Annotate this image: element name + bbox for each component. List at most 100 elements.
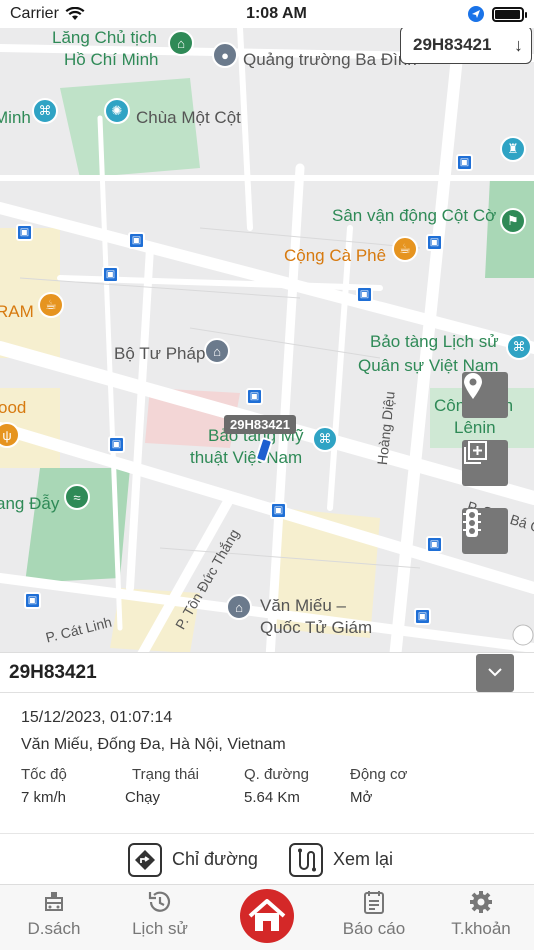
tab-label: Lịch sử: [132, 919, 188, 938]
temple-icon[interactable]: ⌂: [226, 594, 252, 620]
bus-stop-icon[interactable]: ▣: [24, 592, 41, 609]
status-time: 1:08 AM: [246, 5, 307, 22]
locate-vehicle-button[interactable]: [462, 372, 508, 418]
stadium-icon[interactable]: ⚑: [500, 208, 526, 234]
vehicle-list-icon: [43, 885, 65, 919]
compass-icon[interactable]: [512, 624, 534, 646]
traffic-button[interactable]: [462, 508, 508, 554]
map-label: ood: [0, 398, 27, 417]
map-label: Lăng Chủ tịch: [52, 28, 157, 47]
carrier-label: Carrier: [10, 5, 59, 22]
tab-bar: D.sách Lịch sử Báo cáo T.khoản: [0, 884, 534, 950]
info-stats: Tốc độ 7 km/h Trạng thái Chạy Q. đường 5…: [21, 766, 513, 806]
map-label: Lênin: [454, 418, 496, 437]
status-right: [468, 6, 527, 22]
directions-button[interactable]: Chỉ đường: [128, 842, 258, 877]
directions-label: Chỉ đường: [172, 849, 258, 869]
location-pin-icon[interactable]: ●: [212, 42, 238, 68]
monument-icon[interactable]: ⌂: [168, 30, 194, 56]
route-replay-icon: [289, 842, 323, 877]
map-label: Quốc Tử Giám: [260, 618, 373, 637]
vehicle-selector-value: 29H83421: [413, 35, 492, 54]
history-icon: [147, 885, 173, 919]
stat-value: 7 km/h: [21, 789, 67, 806]
stat-label: Tốc độ: [21, 766, 67, 783]
stat-speed: Tốc độ 7 km/h: [21, 766, 125, 806]
museum-icon[interactable]: ⌘: [32, 98, 58, 124]
info-body: 15/12/2023, 01:07:14 Văn Miếu, Đống Đa, …: [0, 693, 534, 806]
replay-button[interactable]: Xem lại: [289, 842, 394, 877]
tab-label: Báo cáo: [342, 919, 406, 938]
bus-stop-icon[interactable]: ▣: [426, 536, 443, 553]
stat-status: Trạng thái Chạy: [125, 766, 244, 806]
map-pin-icon: [464, 373, 482, 399]
government-icon[interactable]: ⌂: [204, 338, 230, 364]
location-arrow-icon: [468, 6, 484, 22]
traffic-light-icon: [463, 509, 481, 537]
vehicle-info-panel: 29H83421 15/12/2023, 01:07:14 Văn Miếu, …: [0, 652, 534, 884]
tab-history[interactable]: Lịch sử: [128, 885, 192, 939]
settings-icon: [468, 885, 494, 919]
map-view[interactable]: ⌂ ● ⌘ ✺ ⚑ ☕ ☕ ⌂ ⌘ ψ ⌘ ≈ ⌂ ♜ ▣ ▣ ▣ ▣ ▣ ▣ …: [0, 28, 534, 658]
tab-label: T.khoản: [451, 919, 511, 938]
stat-label: Trạng thái: [132, 766, 199, 783]
bus-stop-icon[interactable]: ▣: [16, 224, 33, 241]
map-label: ang Đẫy: [0, 494, 60, 513]
bus-stop-icon[interactable]: ▣: [456, 154, 473, 171]
map-label: Quảng trường Ba Đình: [243, 50, 417, 69]
info-panel-header: 29H83421: [0, 653, 534, 693]
zoom-layers-button[interactable]: [462, 440, 508, 486]
info-timestamp: 15/12/2023, 01:07:14: [21, 709, 173, 726]
directions-icon: [128, 842, 162, 877]
info-address: Văn Miếu, Đống Đa, Hà Nội, Vietnam: [21, 736, 286, 753]
stat-label: Q. đường: [244, 766, 309, 783]
cafe-icon-2[interactable]: ☕: [38, 292, 64, 318]
pagoda-icon[interactable]: ✺: [104, 98, 130, 124]
report-icon: [362, 885, 386, 919]
stat-value: 5.64 Km: [244, 789, 300, 806]
map-label: Minh: [0, 108, 31, 127]
park-icon[interactable]: ≈: [64, 484, 90, 510]
bus-stop-icon[interactable]: ▣: [102, 266, 119, 283]
vehicle-tag[interactable]: 29H83421: [224, 415, 296, 434]
chevron-down-icon: [488, 668, 502, 677]
stat-distance: Q. đường 5.64 Km: [244, 766, 350, 806]
home-icon: [248, 899, 286, 931]
museum-icon-2[interactable]: ⌘: [506, 334, 532, 360]
map-label: Bảo tàng Lịch sử: [370, 332, 499, 351]
vehicle-selector-dropdown[interactable]: 29H83421 ↓: [400, 26, 532, 64]
collapse-panel-button[interactable]: [476, 653, 514, 692]
stat-engine: Động cơ Mở: [350, 766, 407, 806]
bus-stop-icon[interactable]: ▣: [128, 232, 145, 249]
bus-stop-icon[interactable]: ▣: [270, 502, 287, 519]
battery-fill: [495, 9, 520, 19]
tab-label: D.sách: [27, 919, 81, 938]
bus-stop-icon[interactable]: ▣: [356, 286, 373, 303]
museum-icon-3[interactable]: ⌘: [312, 426, 338, 452]
wifi-icon: [65, 7, 85, 20]
info-plate: 29H83421: [9, 661, 97, 683]
stat-value: Mở: [350, 789, 373, 806]
status-left: Carrier: [10, 5, 85, 23]
arrow-down-icon: ↓: [514, 34, 523, 55]
replay-label: Xem lại: [333, 849, 394, 869]
add-layer-icon: [464, 441, 487, 464]
info-actions: Chỉ đường Xem lại: [0, 833, 534, 885]
tab-account[interactable]: T.khoản: [446, 885, 516, 939]
bus-stop-icon[interactable]: ▣: [426, 234, 443, 251]
map-label: Sân vận động Cột Cờ: [332, 206, 497, 225]
bus-stop-icon[interactable]: ▣: [414, 608, 431, 625]
map-label: thuật Việt Nam: [190, 448, 303, 467]
battery-icon: [492, 6, 527, 22]
tab-reports[interactable]: Báo cáo: [338, 885, 410, 939]
map-label: Văn Miếu –: [260, 596, 346, 615]
status-bar: Carrier 1:08 AM: [0, 0, 534, 28]
map-label: Chùa Một Cột: [136, 108, 241, 127]
cafe-icon[interactable]: ☕: [392, 236, 418, 262]
tab-vehicle-list[interactable]: D.sách: [24, 885, 84, 939]
stat-value: Chạy: [125, 789, 161, 806]
tab-home[interactable]: [240, 889, 294, 943]
bus-stop-icon[interactable]: ▣: [108, 436, 125, 453]
bus-stop-icon[interactable]: ▣: [246, 388, 263, 405]
landmark-icon[interactable]: ♜: [500, 136, 526, 162]
